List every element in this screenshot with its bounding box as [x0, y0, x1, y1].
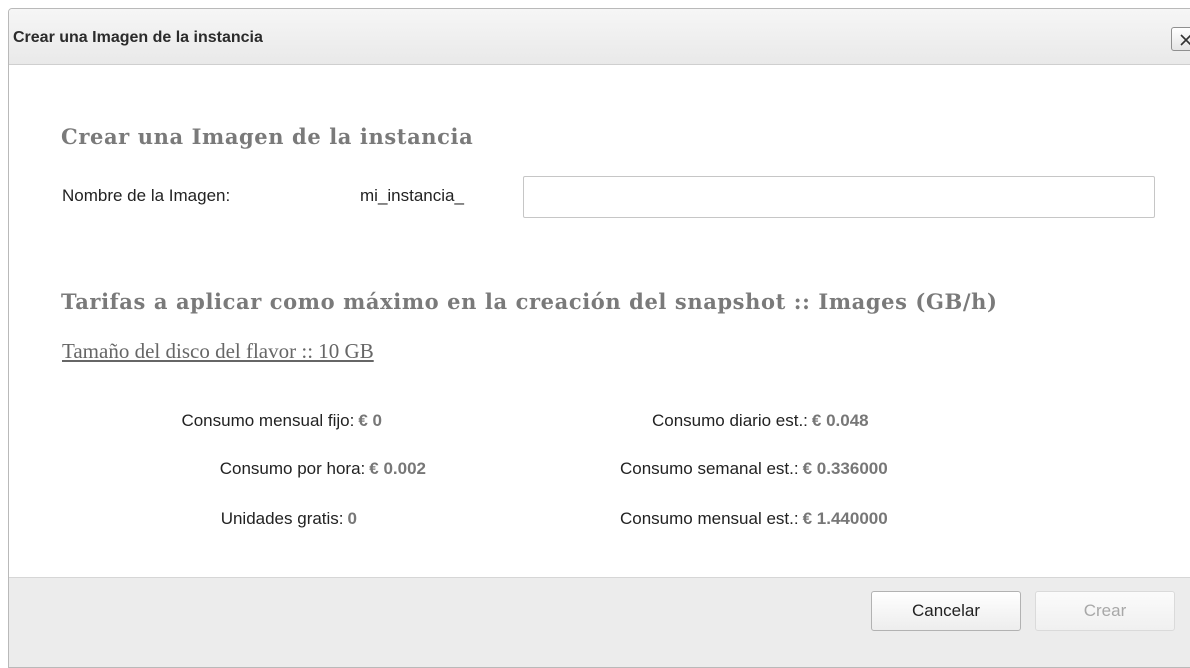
image-name-label: Nombre de la Imagen:	[62, 186, 231, 205]
image-name-prefix: mi_instancia_	[360, 186, 464, 205]
flavor-disk-size-link[interactable]: Tamaño del disco del flavor :: 10 GB	[62, 339, 374, 364]
stat-monthly-est: Consumo mensual est.: € 1.440000	[620, 509, 888, 529]
cancel-button[interactable]: Cancelar	[871, 591, 1021, 631]
dialog-footer: Cancelar Crear	[9, 577, 1190, 667]
stat-value: € 0.336000	[802, 459, 888, 478]
create-image-dialog: Crear una Imagen de la instancia Crear u…	[8, 8, 1190, 668]
form-heading: Crear una Imagen de la instancia	[61, 124, 474, 149]
stat-label: Consumo diario est.:	[652, 411, 808, 430]
stat-hourly: Consumo por hora: € 0.002	[220, 459, 426, 479]
stat-monthly-fixed: Consumo mensual fijo: € 0	[181, 411, 382, 431]
image-name-input[interactable]	[523, 176, 1155, 218]
create-button[interactable]: Crear	[1035, 591, 1175, 631]
pricing-heading: Tarifas a aplicar como máximo en la crea…	[61, 289, 998, 314]
stat-value: € 0.002	[369, 459, 426, 478]
stat-value: 0	[347, 509, 357, 528]
close-button[interactable]	[1171, 27, 1190, 51]
stat-label: Consumo por hora:	[219, 459, 366, 478]
stat-free-units: Unidades gratis: 0	[221, 509, 357, 529]
stat-label: Consumo mensual est.:	[620, 509, 799, 528]
stat-label: Unidades gratis:	[220, 509, 344, 528]
stat-label: Consumo mensual fijo:	[181, 411, 355, 430]
stat-value: € 1.440000	[802, 509, 888, 528]
stat-label: Consumo semanal est.:	[620, 459, 799, 478]
close-icon	[1180, 34, 1190, 46]
stat-value: € 0	[358, 411, 382, 430]
stat-value: € 0.048	[811, 411, 869, 430]
stat-daily-est: Consumo diario est.: € 0.048	[652, 411, 869, 431]
dialog-titlebar[interactable]: Crear una Imagen de la instancia	[9, 9, 1190, 65]
dialog-title: Crear una Imagen de la instancia	[13, 29, 263, 46]
stat-weekly-est: Consumo semanal est.: € 0.336000	[620, 459, 888, 479]
